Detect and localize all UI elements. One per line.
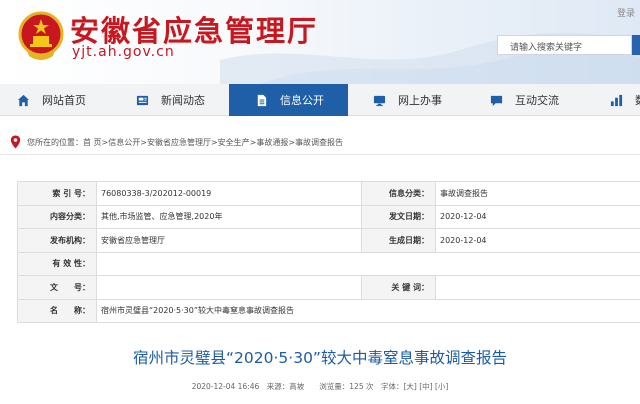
breadcrumb-separator: > [210,137,218,147]
breadcrumb-item-reports[interactable]: 事故调查报告 [295,137,343,148]
meta-value-name: 宿州市灵璧县“2020·5·30”较大中毒窒息事故调查报告 [96,298,640,323]
meta-key-created-date: 生成日期： [361,228,436,253]
nav-item-online-service[interactable]: 网上办事 [373,84,473,116]
meta-key-index: 索 引 号： [17,181,97,206]
monitor-icon [373,95,386,106]
meta-key-issue-date: 发文日期： [361,204,436,229]
nav-item-label: 互动交流 [515,94,559,107]
meta-key-content-type: 内容分类： [17,204,97,229]
meta-key-publisher: 发布机构： [17,228,97,253]
breadcrumb-item-department[interactable]: 安徽省应急管理厅 [147,137,211,148]
chat-icon [490,95,503,106]
table-row: 名 称： 宿州市灵璧县“2020·5·30”较大中毒窒息事故调查报告 [17,298,640,323]
meta-key-category: 信息分类： [361,181,436,206]
table-row: 索 引 号： 76080338-3/202012-00019 信息分类： 事故调… [17,181,640,206]
site-header: 安徽省应急管理厅 yjt.ah.gov.cn 登录 请输入搜索关键字 [0,0,640,84]
document-meta-table: 索 引 号： 76080338-3/202012-00019 信息分类： 事故调… [17,181,640,323]
news-icon [136,95,149,105]
nav-item-home[interactable]: 网站首页 [17,84,127,116]
search-button[interactable] [632,35,640,55]
national-emblem-icon [18,11,64,60]
breadcrumb-separator: > [101,137,109,147]
breadcrumb-item-home[interactable]: 首 页 [83,137,102,148]
meta-value-category: 事故调查报告 [435,181,640,206]
home-icon [17,94,30,106]
login-link[interactable]: 登录 [617,6,635,19]
breadcrumb-item-info-public[interactable]: 信息公开 [108,137,140,148]
nav-item-label: 网上办事 [398,94,442,107]
table-row: 文 号： 关 键 词： [17,275,640,300]
document-icon [257,94,267,106]
meta-value-publisher: 安徽省应急管理厅 [96,228,362,253]
meta-value-keywords [435,275,640,300]
meta-value-index: 76080338-3/202012-00019 [96,181,362,206]
meta-value-doc-number [96,275,362,300]
nav-item-label: 新闻动态 [161,94,205,107]
nav-item-label: 信息公开 [280,94,324,107]
article-title: 宿州市灵璧县“2020·5·30”较大中毒窒息事故调查报告 [133,349,507,367]
breadcrumb-separator: > [288,137,296,147]
meta-value-validity [96,251,640,276]
search-input[interactable]: 请输入搜索关键字 [497,35,632,55]
table-row: 发布机构： 安徽省应急管理厅 生成日期： 2020-12-04 [17,228,640,253]
meta-key-name: 名 称： [17,298,97,323]
article-meta: 2020-12-04 16:46 来源：高坡 浏览量：125 次 字体：[大] … [191,382,449,391]
nav-item-label: 数 [635,92,640,108]
table-row: 有 效 性： [17,251,640,276]
breadcrumb-separator: > [140,137,147,147]
nav-item-label: 网站首页 [42,94,86,107]
nav-item-interaction[interactable]: 互动交流 [490,84,590,116]
nav-item-data[interactable]: 数 [610,84,640,116]
main-nav: 网站首页 新闻动态 信息公开 网上办事 互动交流 [0,84,640,116]
location-pin-icon [10,135,21,149]
breadcrumb-prefix: 您所在的位置： [27,137,83,147]
meta-key-validity: 有 效 性： [17,251,97,276]
breadcrumb-separator: > [249,137,257,147]
meta-value-created-date: 2020-12-04 [435,228,640,253]
meta-value-content-type: 其他,市场监管、应急管理,2020年 [96,204,362,229]
site-domain: yjt.ah.gov.cn [72,44,175,60]
table-row: 内容分类： 其他,市场监管、应急管理,2020年 发文日期： 2020-12-0… [17,204,640,229]
meta-key-doc-number: 文 号： [17,275,97,300]
breadcrumb-divider [0,154,640,155]
chart-icon [610,94,623,106]
breadcrumb-item-notices[interactable]: 事故通报 [256,137,288,148]
meta-key-keywords: 关 键 词： [361,275,436,300]
breadcrumb: 您所在的位置： 首 页 > 信息公开 > 安徽省应急管理厅 > 安全生产 > 事… [10,134,343,150]
breadcrumb-item-safety[interactable]: 安全生产 [218,137,250,148]
meta-value-issue-date: 2020-12-04 [435,204,640,229]
nav-item-info-public[interactable]: 信息公开 [229,84,348,116]
page: 安徽省应急管理厅 yjt.ah.gov.cn 登录 请输入搜索关键字 网站首页 … [0,0,640,404]
nav-item-news[interactable]: 新闻动态 [136,84,226,116]
